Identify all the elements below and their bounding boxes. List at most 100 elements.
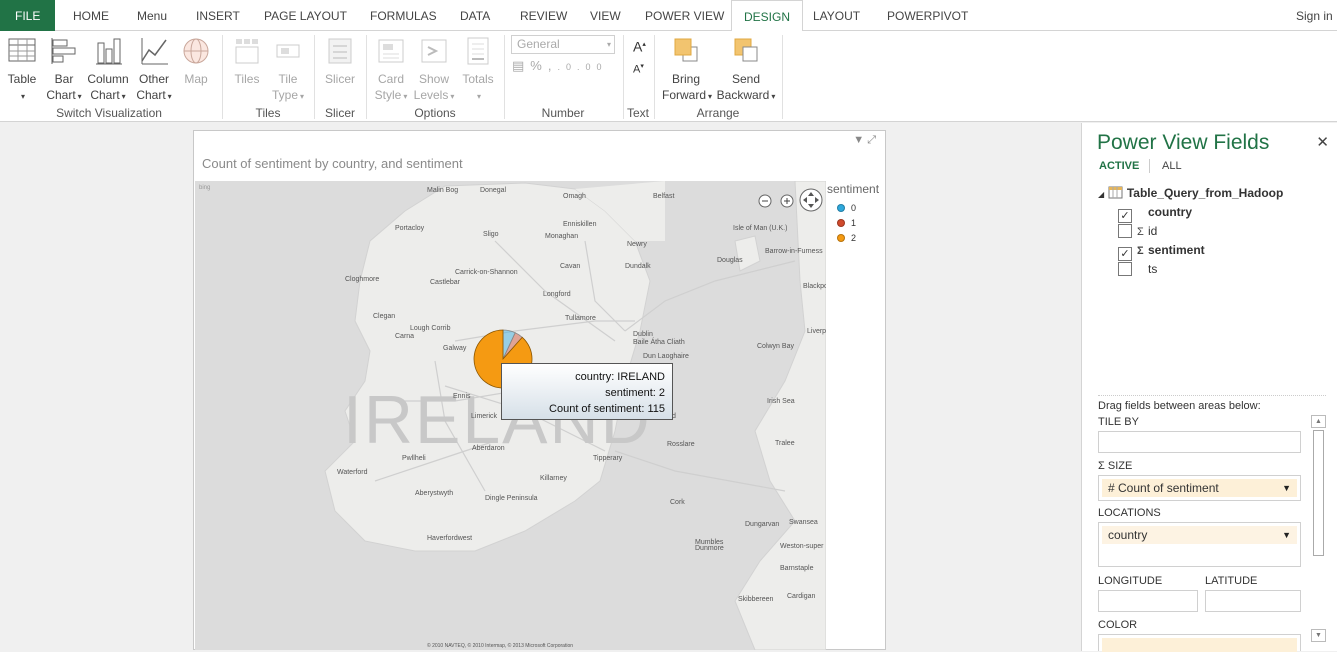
number-format-select[interactable]: General ▾ xyxy=(511,35,615,54)
latitude-label: LATITUDE xyxy=(1205,575,1258,587)
place-label: Liverpool xyxy=(807,328,826,335)
size-well[interactable]: # Count of sentiment ▼ xyxy=(1098,475,1301,501)
close-icon[interactable]: ✕ xyxy=(1316,133,1329,151)
place-label: Barnstaple xyxy=(780,565,814,572)
bing-logo: bing xyxy=(199,185,210,191)
column-chart-button[interactable]: Column Chart ▾ xyxy=(86,35,130,105)
tab-file[interactable]: FILE xyxy=(0,0,56,31)
tab-power-view[interactable]: POWER VIEW xyxy=(645,0,724,31)
longitude-well[interactable] xyxy=(1098,590,1198,612)
increase-decimal-icon[interactable]: .0 xyxy=(557,62,577,72)
legend-item-0[interactable]: 0 xyxy=(837,203,856,213)
tooltip-count: Count of sentiment: 115 xyxy=(549,403,665,415)
send-backward-icon xyxy=(734,38,758,62)
checkbox[interactable]: ✓ xyxy=(1118,209,1132,223)
place-label: Waterford xyxy=(337,469,368,476)
place-label: Ennis xyxy=(453,393,471,400)
place-label: Isle of Man (U.K.) xyxy=(733,225,787,232)
bring-forward-button[interactable]: Bring Forward ▾ xyxy=(662,35,712,105)
place-label: Tralee xyxy=(775,440,795,447)
place-label: Aberdaron xyxy=(472,445,505,452)
tab-data[interactable]: DATA xyxy=(460,0,490,31)
column-chart-icon xyxy=(96,38,122,65)
show-levels-button[interactable]: Show Levels ▾ xyxy=(412,35,456,105)
tab-formulas[interactable]: FORMULAS xyxy=(370,0,437,31)
map-button[interactable]: Map xyxy=(180,35,212,87)
slicer-icon xyxy=(328,38,352,64)
field-label: country xyxy=(1148,205,1193,219)
scroll-up-icon[interactable]: ▲ xyxy=(1311,415,1326,428)
tab-home[interactable]: HOME xyxy=(73,0,109,31)
field-country[interactable]: ✓ country xyxy=(1118,205,1192,223)
pop-out-icon[interactable]: ⤢ xyxy=(867,134,879,146)
currency-icon[interactable]: ▤ xyxy=(512,58,530,73)
tab-powerpivot[interactable]: POWERPIVOT xyxy=(887,0,968,31)
color-well[interactable] xyxy=(1098,634,1301,652)
sigma-icon: Σ xyxy=(1098,460,1108,472)
decrease-font-size-icon[interactable]: A▾ xyxy=(633,57,646,80)
send-backward-label-2: Backward xyxy=(716,88,770,102)
tab-layout[interactable]: LAYOUT xyxy=(813,0,860,31)
legend-item-1[interactable]: 1 xyxy=(837,218,856,228)
field-ts[interactable]: ts xyxy=(1118,262,1157,276)
visualization-title: Count of sentiment by country, and senti… xyxy=(202,156,463,171)
place-label: Cloghmore xyxy=(345,276,379,283)
percent-icon[interactable]: % xyxy=(530,58,548,73)
dropdown-arrow-icon[interactable]: ▼ xyxy=(1282,526,1291,544)
size-field-chip[interactable]: # Count of sentiment ▼ xyxy=(1102,479,1297,497)
table-node[interactable]: ◢ Table_Query_from_Hadoop xyxy=(1098,186,1283,200)
send-backward-button[interactable]: Send Backward ▾ xyxy=(716,35,776,105)
slicer-button[interactable]: Slicer xyxy=(322,35,358,87)
tab-all[interactable]: ALL xyxy=(1162,160,1182,172)
tiles-button[interactable]: Tiles xyxy=(231,35,263,87)
color-field-chip[interactable] xyxy=(1102,638,1297,652)
field-sentiment[interactable]: ✓ Σsentiment xyxy=(1118,243,1205,261)
other-chart-label-1: Other xyxy=(138,72,169,86)
filter-icon[interactable]: ▼ xyxy=(853,134,867,146)
place-label: Dungarvan xyxy=(745,521,779,528)
tab-design[interactable]: DESIGN xyxy=(731,0,804,32)
legend-item-2[interactable]: 2 xyxy=(837,233,856,243)
checkbox[interactable] xyxy=(1118,224,1132,238)
bar-chart-label-2: Chart xyxy=(46,88,76,102)
other-chart-button[interactable]: Other Chart ▾ xyxy=(134,35,174,105)
tile-type-button[interactable]: Tile Type ▾ xyxy=(270,35,306,105)
bar-chart-button[interactable]: Bar Chart ▾ xyxy=(44,35,84,105)
tab-view[interactable]: VIEW xyxy=(590,0,621,31)
latitude-well[interactable] xyxy=(1205,590,1301,612)
totals-button[interactable]: Totals ▾ xyxy=(460,35,496,105)
checkbox[interactable]: ✓ xyxy=(1118,247,1132,261)
table-button[interactable]: Table ▾ xyxy=(6,35,38,105)
column-chart-label-2: Chart xyxy=(90,88,120,102)
tab-page-layout[interactable]: PAGE LAYOUT xyxy=(264,0,347,31)
locations-well[interactable]: country ▼ xyxy=(1098,522,1301,567)
scrollbar[interactable]: ▲ ▼ xyxy=(1311,415,1326,651)
locations-field-chip[interactable]: country ▼ xyxy=(1102,526,1297,544)
tab-active[interactable]: ACTIVE xyxy=(1099,160,1139,172)
sign-in-link[interactable]: Sign in xyxy=(1296,0,1333,31)
place-label: Cardigan xyxy=(787,593,816,600)
checkbox[interactable] xyxy=(1118,262,1132,276)
field-id[interactable]: Σid xyxy=(1118,224,1157,238)
tab-review[interactable]: REVIEW xyxy=(520,0,567,31)
data-tooltip: country: IRELAND sentiment: 2 Count of s… xyxy=(501,363,673,420)
show-levels-icon xyxy=(421,39,447,63)
scroll-thumb[interactable] xyxy=(1313,430,1324,556)
increase-font-size-icon[interactable]: A▴ xyxy=(633,35,646,57)
place-label: Dun Laoghaire xyxy=(643,353,689,360)
longitude-label: LONGITUDE xyxy=(1098,575,1163,587)
card-style-button[interactable]: Card Style ▾ xyxy=(372,35,410,105)
decrease-decimal-icon[interactable]: .00 xyxy=(577,62,608,72)
dropdown-arrow-icon[interactable]: ▼ xyxy=(1282,479,1291,497)
collapse-icon[interactable]: ◢ xyxy=(1098,190,1104,199)
tab-menu[interactable]: Menu xyxy=(137,0,167,31)
tab-insert[interactable]: INSERT xyxy=(196,0,240,31)
legend-swatch xyxy=(837,204,845,212)
place-label: Tullamore xyxy=(565,315,596,322)
scroll-down-icon[interactable]: ▼ xyxy=(1311,629,1326,642)
legend-swatch xyxy=(837,234,845,242)
group-label-tiles: Tiles xyxy=(255,106,281,120)
group-separator xyxy=(623,35,624,119)
place-label: Tipperary xyxy=(593,455,623,462)
tile-by-well[interactable] xyxy=(1098,431,1301,453)
